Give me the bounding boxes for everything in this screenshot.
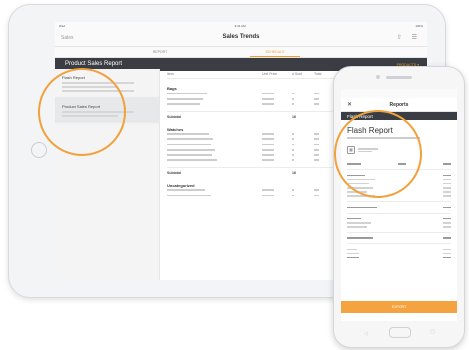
subtotal-label: Subtotal: [167, 114, 181, 119]
tab-schedule[interactable]: SCHEDULE: [230, 50, 320, 57]
subtotal-value: 16: [292, 114, 296, 119]
highlight-circle: [38, 68, 126, 156]
phone-home-button[interactable]: [389, 327, 411, 338]
status-battery: 100%: [415, 23, 423, 28]
divider: [347, 243, 451, 245]
phone-speaker: [386, 76, 412, 79]
phone-title: Reports: [389, 101, 409, 108]
phone-device: ✕ Reports Flash Report Flash Report ▦ EX…: [333, 66, 465, 348]
page-title: Sales Trends: [222, 34, 260, 40]
divider: [347, 212, 451, 214]
table-row: [347, 225, 451, 229]
highlight-circle: [334, 110, 422, 198]
subtotal-label: Subtotal: [167, 170, 181, 175]
table-row: [347, 236, 451, 240]
segmented-control: REPORT SCHEDULE: [55, 47, 427, 58]
phone-status-bar: [341, 89, 457, 98]
tablet-home-button[interactable]: [31, 142, 47, 158]
tab-report[interactable]: REPORT: [115, 50, 205, 54]
column-header-item: Item: [167, 72, 174, 76]
column-header-unit-price: Unit Price: [262, 72, 278, 76]
subtotal-value: 16: [292, 170, 296, 175]
report-header-title: Product Sales Report: [65, 61, 123, 67]
phone-camera: [376, 75, 380, 79]
table-row: [347, 256, 451, 260]
status-left: iPad: [59, 23, 66, 28]
back-nav-icon[interactable]: ◁: [364, 331, 368, 337]
divider: [347, 232, 451, 234]
nav-bar: Sales Sales Trends ⇧ ☰: [55, 29, 427, 47]
phone-nav-bar: ✕ Reports: [341, 98, 457, 112]
table-row: [347, 205, 451, 209]
recent-apps-icon[interactable]: ▢: [430, 329, 435, 335]
divider: [347, 201, 451, 203]
export-button[interactable]: EXPORT: [341, 301, 457, 313]
status-time: 9:41 AM: [234, 23, 246, 28]
status-bar: iPad 9:41 AM 100%: [55, 22, 427, 29]
column-header-sold: # Sold: [292, 72, 302, 76]
share-menu-icons[interactable]: ⇧ ☰: [397, 34, 421, 41]
